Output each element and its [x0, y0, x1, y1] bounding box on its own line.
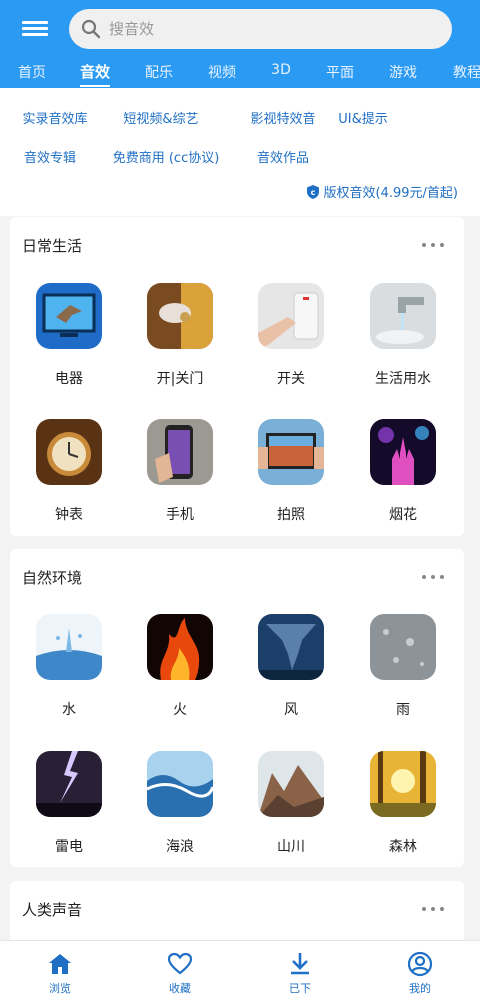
subcat-free-commercial[interactable]: 免费商用 (cc协议) — [113, 147, 220, 166]
item-label: 火 — [173, 702, 187, 718]
light-switch-icon — [258, 283, 324, 349]
subcat-ui-prompts[interactable]: UI&提示 — [338, 108, 388, 127]
item-label: 水 — [62, 702, 76, 718]
item-label: 电器 — [55, 371, 83, 387]
nav-label: 浏览 — [49, 982, 71, 995]
more-icon[interactable] — [422, 573, 444, 581]
tab-tutorials[interactable]: 教程 — [453, 62, 480, 82]
tab-video[interactable]: 视频 — [208, 62, 236, 82]
item-phone[interactable]: 手机 — [140, 419, 220, 524]
nav-profile[interactable]: 我的 — [385, 951, 455, 996]
item-photo[interactable]: 拍照 — [251, 419, 331, 524]
copyright-label: 版权音效(4.99元/首起) — [323, 186, 458, 201]
item-label: 手机 — [166, 507, 194, 523]
smartphone-icon — [147, 419, 213, 485]
item-water[interactable]: 水 — [29, 614, 109, 719]
item-mountains[interactable]: 山川 — [251, 751, 331, 856]
tornado-icon — [258, 614, 324, 680]
item-thunder[interactable]: 雷电 — [29, 751, 109, 856]
item-label: 雷电 — [55, 839, 83, 855]
item-label: 雨 — [396, 702, 410, 718]
subcat-film-effects[interactable]: 影视特效音 — [250, 108, 315, 127]
subcat-works[interactable]: 音效作品 — [257, 147, 309, 166]
nav-label: 已下 — [289, 982, 311, 995]
nav-downloaded[interactable]: 已下 — [265, 951, 335, 996]
item-label: 海浪 — [166, 839, 194, 855]
faucet-icon — [370, 283, 436, 349]
item-label: 森林 — [389, 839, 417, 855]
ocean-wave-icon — [147, 751, 213, 817]
door-handle-icon — [147, 283, 213, 349]
item-clock[interactable]: 钟表 — [29, 419, 109, 524]
tab-games[interactable]: 游戏 — [389, 62, 417, 82]
item-fireworks[interactable]: 烟花 — [363, 419, 443, 524]
castle-fireworks-icon — [370, 419, 436, 485]
menu-icon[interactable] — [22, 18, 48, 40]
item-door[interactable]: 开|关门 — [140, 283, 220, 388]
more-icon[interactable] — [422, 241, 444, 249]
tv-bird-icon — [36, 283, 102, 349]
home-icon — [49, 954, 71, 974]
water-splash-icon — [36, 614, 102, 680]
item-forest[interactable]: 森林 — [363, 751, 443, 856]
raindrops-icon — [370, 614, 436, 680]
nav-browse[interactable]: 浏览 — [25, 951, 95, 996]
search-icon — [81, 19, 101, 39]
tab-sound-effects[interactable]: 音效 — [79, 61, 111, 87]
item-label: 开|关门 — [156, 371, 204, 387]
search-input[interactable] — [109, 20, 429, 38]
download-icon — [291, 953, 309, 975]
subcat-short-video[interactable]: 短视频&综艺 — [123, 108, 198, 127]
sunlit-forest-icon — [370, 751, 436, 817]
subcat-albums[interactable]: 音效专辑 — [24, 147, 76, 166]
item-label: 钟表 — [55, 507, 83, 523]
heart-icon — [167, 952, 193, 975]
nav-favorites[interactable]: 收藏 — [145, 951, 215, 996]
copyright-sounds-link[interactable]: c 版权音效(4.99元/首起) — [306, 182, 458, 201]
item-label: 风 — [284, 702, 298, 718]
item-label: 山川 — [277, 839, 305, 855]
item-label: 拍照 — [277, 507, 305, 523]
item-label: 烟花 — [389, 507, 417, 523]
item-waves[interactable]: 海浪 — [140, 751, 220, 856]
item-label: 生活用水 — [375, 371, 431, 387]
item-switch[interactable]: 开关 — [251, 283, 331, 388]
item-fire[interactable]: 火 — [140, 614, 220, 719]
svg-text:c: c — [310, 188, 315, 197]
section-title: 自然环境 — [22, 569, 83, 587]
shield-icon: c — [306, 184, 319, 199]
mountain-icon — [258, 751, 324, 817]
camera-photo-icon — [258, 419, 324, 485]
nav-label: 收藏 — [169, 982, 191, 995]
tab-music[interactable]: 配乐 — [145, 62, 173, 82]
item-rain[interactable]: 雨 — [363, 614, 443, 719]
nav-label: 我的 — [409, 982, 431, 995]
user-icon — [407, 951, 433, 977]
section-nature: 自然环境 水 火 风 雨 雷电 海浪 山川 森林 — [10, 549, 464, 867]
category-tabs: 首页 音效 配乐 视频 3D 平面 游戏 教程 — [0, 58, 480, 88]
bottom-nav: 浏览 收藏 已下 我的 — [0, 940, 480, 1004]
item-wind[interactable]: 风 — [251, 614, 331, 719]
section-title: 日常生活 — [22, 237, 83, 255]
tab-3d[interactable]: 3D — [271, 62, 291, 78]
app-header: 首页 音效 配乐 视频 3D 平面 游戏 教程 — [0, 0, 480, 88]
subcat-recorded-library[interactable]: 实录音效库 — [22, 108, 87, 127]
pocket-watch-icon — [36, 419, 102, 485]
search-bar[interactable] — [69, 9, 452, 49]
section-daily-life: 日常生活 电器 开|关门 开关 生活用水 钟表 手机 拍照 烟花 — [10, 217, 464, 536]
item-water-use[interactable]: 生活用水 — [363, 283, 443, 388]
item-label: 开关 — [277, 371, 305, 387]
tab-home[interactable]: 首页 — [18, 62, 46, 82]
subcategory-panel: 实录音效库 短视频&综艺 影视特效音 UI&提示 音效专辑 免费商用 (cc协议… — [0, 88, 480, 216]
flame-icon — [147, 614, 213, 680]
lightning-icon — [36, 751, 102, 817]
more-icon[interactable] — [422, 905, 444, 913]
section-title: 人类声音 — [22, 901, 83, 919]
tab-graphic[interactable]: 平面 — [326, 62, 354, 82]
item-appliance[interactable]: 电器 — [29, 283, 109, 388]
